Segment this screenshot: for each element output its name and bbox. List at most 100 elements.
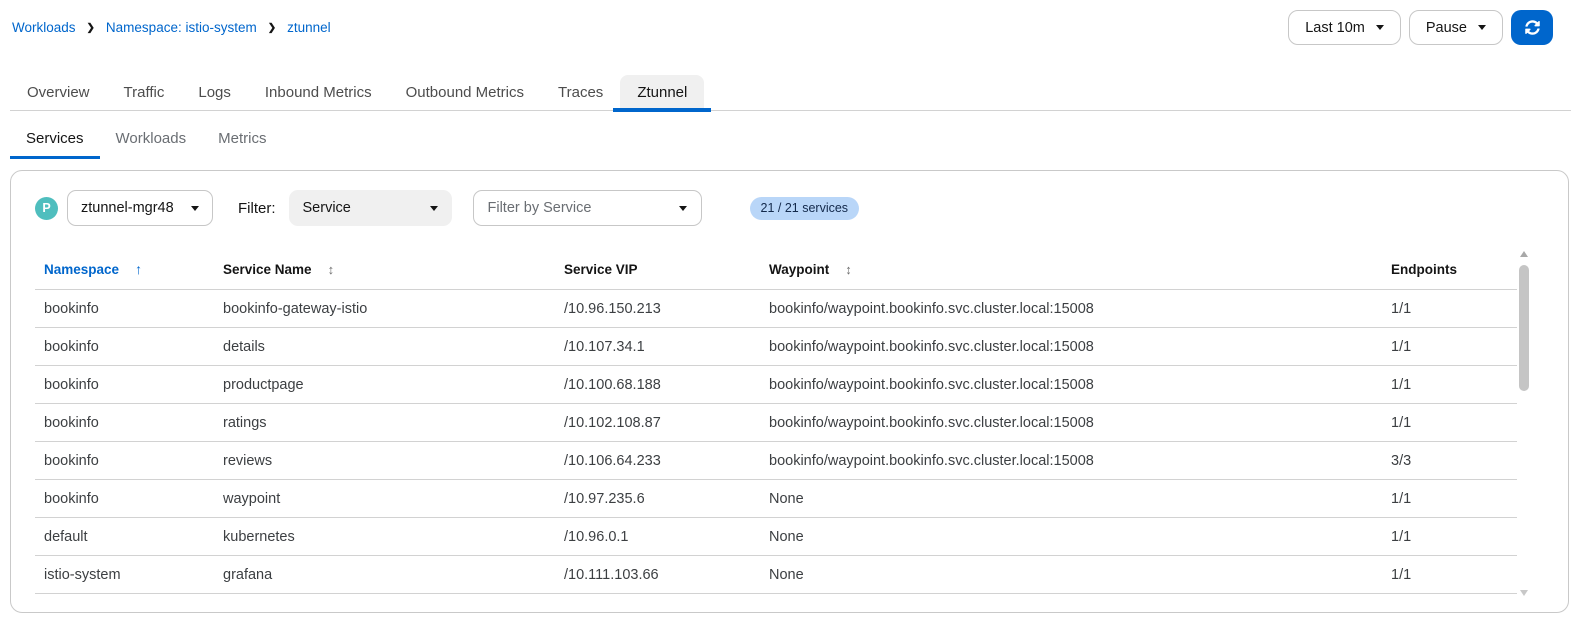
tab-outbound-metrics[interactable]: Outbound Metrics <box>389 75 541 111</box>
scroll-up-icon[interactable] <box>1520 251 1528 257</box>
table-row: bookinfo productpage/10.100.68.188 bookinf… <box>35 365 1517 404</box>
cell-waypoint: None <box>760 555 1382 594</box>
subtab-workloads[interactable]: Workloads <box>100 122 203 158</box>
filter-by-service-input[interactable]: Filter by Service <box>472 190 702 226</box>
time-controls: Last 10m Pause <box>1288 10 1553 45</box>
services-count-badge: 21 / 21 services <box>749 196 860 220</box>
cell-waypoint: None <box>760 479 1382 518</box>
sort-icon[interactable]: ↕ <box>845 262 852 277</box>
breadcrumb-namespace[interactable]: Namespace: istio-system <box>106 20 257 35</box>
cell-namespace: bookinfo <box>35 479 214 518</box>
cell-waypoint: bookinfo/waypoint.bookinfo.svc.cluster.l… <box>760 365 1382 404</box>
cell-service_name: bookinfo-gateway-istio <box>214 289 555 328</box>
cell-service_name: ratings <box>214 403 555 442</box>
cell-namespace: bookinfo <box>35 403 214 442</box>
cell-namespace: bookinfo <box>35 365 214 404</box>
cell-service_name: details <box>214 327 555 366</box>
column-header-waypoint[interactable]: Waypoint ↕ <box>760 253 1382 290</box>
column-header-service-vip: Service VIP <box>564 261 638 277</box>
scroll-down-icon[interactable] <box>1520 590 1528 596</box>
scrollbar-thumb[interactable] <box>1519 265 1529 391</box>
cell-service_name: kubernetes <box>214 517 555 556</box>
filter-label: Filter: <box>238 199 276 217</box>
tab-traces[interactable]: Traces <box>541 75 620 111</box>
cell-endpoints: 1/1 <box>1382 289 1517 328</box>
tab-logs[interactable]: Logs <box>181 75 248 111</box>
refresh-button[interactable] <box>1511 10 1553 45</box>
breadcrumb-workloads[interactable]: Workloads <box>12 20 76 35</box>
filter-input-placeholder: Filter by Service <box>487 200 592 216</box>
cell-waypoint: bookinfo/waypoint.bookinfo.svc.cluster.l… <box>760 289 1382 328</box>
filter-type-value: Service <box>302 200 351 216</box>
column-header-service-name[interactable]: Service Name ↕ <box>214 253 555 290</box>
tab-overview[interactable]: Overview <box>10 75 107 111</box>
table-row: bookinfo details/10.107.34.1 bookinfo/wayp… <box>35 327 1517 366</box>
cell-service_name: grafana <box>214 555 555 594</box>
refresh-interval-dropdown[interactable]: Pause <box>1408 10 1503 45</box>
table-header-row: Namespace ↑ Service Name ↕ Service VIP Way… <box>35 253 1517 290</box>
cell-service_vip: /10.97.235.6 <box>555 479 760 518</box>
cell-waypoint: bookinfo/waypoint.bookinfo.svc.cluster.l… <box>760 327 1382 366</box>
cell-service_vip: /10.111.103.66 <box>555 555 760 594</box>
chevron-right-icon: ❯ <box>267 22 277 34</box>
caret-down-icon <box>678 205 687 211</box>
table-row: bookinfo waypoint/10.97.235.6 None 1/1 <box>35 479 1517 518</box>
table-row: istio-system grafana/10.111.103.66 None 1/1 <box>35 555 1517 594</box>
sync-icon <box>1524 20 1540 35</box>
sort-ascending-icon[interactable]: ↑ <box>135 261 142 277</box>
sort-icon[interactable]: ↕ <box>328 262 335 277</box>
tab-traffic[interactable]: Traffic <box>107 75 182 111</box>
pod-select-dropdown[interactable]: ztunnel-mgr48 <box>67 190 213 226</box>
filter-type-dropdown[interactable]: Service <box>288 190 452 226</box>
cell-service_vip: /10.102.108.87 <box>555 403 760 442</box>
cell-namespace: bookinfo <box>35 327 214 366</box>
cell-service_vip: /10.96.0.1 <box>555 517 760 556</box>
time-range-dropdown[interactable]: Last 10m <box>1288 10 1401 45</box>
cell-service_vip: /10.107.34.1 <box>555 327 760 366</box>
breadcrumb: Workloads ❯ Namespace: istio-system ❯ zt… <box>12 20 331 35</box>
cell-service_name: productpage <box>214 365 555 404</box>
table-row: default kubernetes/10.96.0.1 None 1/1 <box>35 517 1517 556</box>
column-header-namespace[interactable]: Namespace ↑ <box>35 253 214 290</box>
cell-endpoints: 1/1 <box>1382 479 1517 518</box>
cell-namespace: default <box>35 517 214 556</box>
subtab-metrics[interactable]: Metrics <box>202 122 282 158</box>
column-header-endpoints: Endpoints <box>1391 261 1457 277</box>
caret-down-icon <box>191 205 199 211</box>
cell-endpoints: 1/1 <box>1382 327 1517 366</box>
table-row: bookinfo reviews/10.106.64.233 bookinfo/wa… <box>35 441 1517 480</box>
table-row: bookinfo bookinfo-gateway-istio/10.96.150… <box>35 289 1517 328</box>
subtab-services[interactable]: Services <box>10 122 100 159</box>
table-row: bookinfo ratings/10.102.108.87 bookinfo/wa… <box>35 403 1517 442</box>
cell-service_vip: /10.96.150.213 <box>555 289 760 328</box>
services-card: P ztunnel-mgr48 Filter: Service Filter b… <box>10 170 1569 613</box>
cell-namespace: bookinfo <box>35 289 214 328</box>
time-range-label: Last 10m <box>1305 19 1365 36</box>
tab-inbound-metrics[interactable]: Inbound Metrics <box>248 75 389 111</box>
services-table: Namespace ↑ Service Name ↕ Service VIP Way… <box>35 253 1517 594</box>
table-body: bookinfo bookinfo-gateway-istio/10.96.150… <box>35 289 1517 594</box>
caret-down-icon <box>429 205 438 211</box>
workload-tabs: Overview Traffic Logs Inbound Metrics Ou… <box>10 75 1571 112</box>
cell-service_vip: /10.106.64.233 <box>555 441 760 480</box>
chevron-right-icon: ❯ <box>86 22 95 34</box>
cell-service_name: waypoint <box>214 479 555 518</box>
cell-namespace: istio-system <box>35 555 214 594</box>
cell-service_vip: /10.100.68.188 <box>555 365 760 404</box>
cell-waypoint: bookinfo/waypoint.bookinfo.svc.cluster.l… <box>760 441 1382 480</box>
cell-namespace: bookinfo <box>35 441 214 480</box>
pod-badge-icon: P <box>35 196 58 220</box>
table-scrollbar[interactable] <box>1519 251 1530 596</box>
cell-endpoints: 1/1 <box>1382 555 1517 594</box>
caret-down-icon <box>1375 25 1384 30</box>
breadcrumb-ztunnel[interactable]: ztunnel <box>287 20 331 35</box>
pod-select-value: ztunnel-mgr48 <box>81 200 174 216</box>
refresh-interval-label: Pause <box>1425 19 1467 36</box>
filters-toolbar: P ztunnel-mgr48 Filter: Service Filter b… <box>35 190 860 226</box>
cell-waypoint: bookinfo/waypoint.bookinfo.svc.cluster.l… <box>760 403 1382 442</box>
tab-ztunnel[interactable]: Ztunnel <box>613 75 712 112</box>
cell-service_name: reviews <box>214 441 555 480</box>
caret-down-icon <box>1478 25 1486 30</box>
cell-endpoints: 1/1 <box>1382 403 1517 442</box>
cell-waypoint: None <box>760 517 1382 556</box>
